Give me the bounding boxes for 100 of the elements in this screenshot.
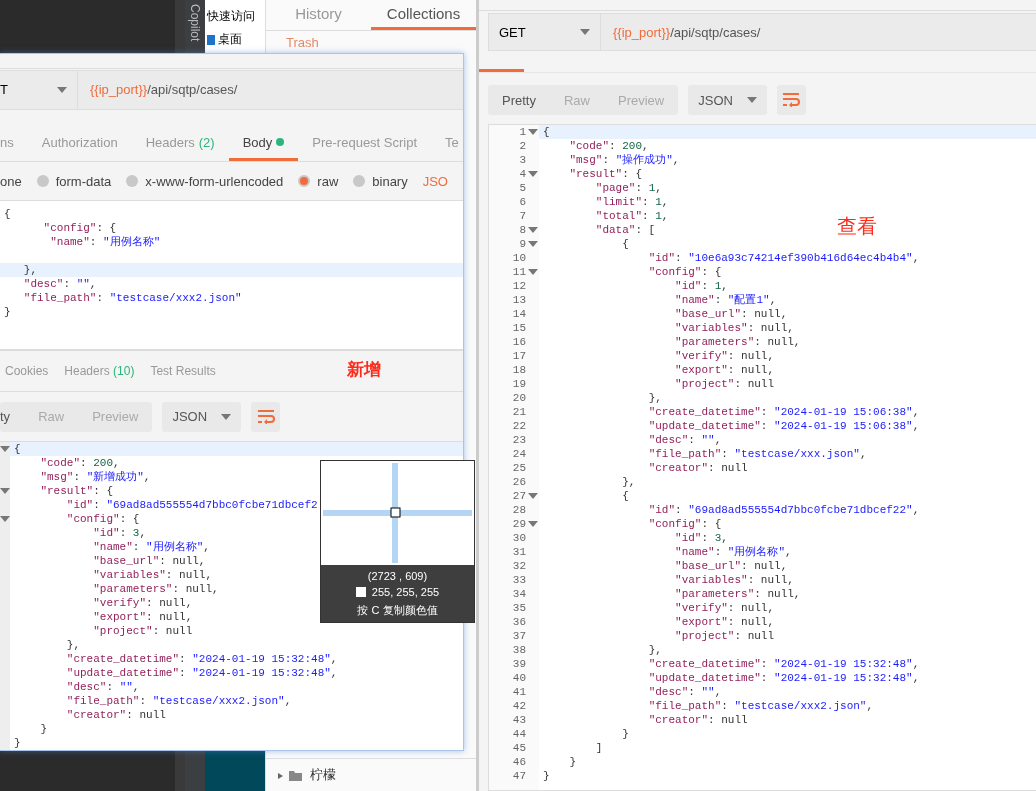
radio-label[interactable]: form-data	[55, 173, 112, 189]
line-number: 8	[519, 223, 526, 237]
code-line: "file_path": "testcase/xxx2.json"	[22, 291, 242, 306]
line-number: 24	[512, 447, 526, 461]
code-line: "project": null	[674, 377, 775, 391]
code-line: "name": "用例名称",	[92, 540, 210, 554]
line-number: 42	[512, 699, 526, 713]
line-number: 17	[512, 349, 526, 363]
wrap-toggle-icon[interactable]	[776, 85, 806, 115]
code-line: {	[621, 237, 629, 251]
line-number: 18	[512, 363, 526, 377]
code-line: "msg": "新增成功",	[39, 470, 151, 484]
code-line: "code": 200,	[568, 139, 649, 153]
code-line: "update_datetime": "2024-01-19 15:06:38",	[647, 419, 920, 433]
code-line: }	[3, 305, 11, 320]
code-line: "result": {	[39, 484, 114, 498]
radio-button[interactable]	[298, 175, 311, 188]
url-field[interactable]: {{ip_port}}/api/sqtp/cases/	[78, 70, 463, 109]
color-swatch	[355, 587, 366, 597]
line-number: 40	[512, 671, 526, 685]
code-line: "name": "用例名称",	[674, 545, 792, 559]
line-number: 23	[512, 433, 526, 447]
radio-label[interactable]: raw	[317, 173, 339, 189]
radio-button[interactable]	[126, 175, 139, 188]
code-line: "name": "配置1",	[674, 293, 777, 307]
line-number: 47	[512, 769, 526, 783]
code-line: }	[621, 727, 629, 741]
explorer-item[interactable]: 桌面	[218, 31, 242, 48]
code-line: {	[3, 207, 11, 222]
code-line: },	[621, 475, 636, 489]
explorer-item[interactable]: 快速访问	[207, 8, 255, 25]
wrap-toggle-icon[interactable]	[251, 402, 281, 432]
code-line: "id": 1,	[674, 279, 728, 293]
code-line: "desc": "",	[22, 277, 97, 292]
code-line: }	[39, 722, 47, 736]
line-number: 5	[519, 181, 526, 195]
collection-folder[interactable]: 柠檬	[310, 766, 336, 784]
radio-button[interactable]	[353, 175, 366, 188]
line-number: 21	[512, 405, 526, 419]
code-line: }	[13, 736, 21, 750]
line-number: 2	[519, 139, 526, 153]
line-number: 38	[512, 643, 526, 657]
code-line: }	[542, 769, 550, 783]
format-dropdown[interactable]: JSON	[688, 85, 767, 115]
line-number: 28	[512, 503, 526, 517]
code-line: "creator": null	[647, 461, 748, 475]
copilot-tab[interactable]: Copilot	[188, 4, 202, 42]
line-number: 11	[512, 265, 526, 279]
line-number: 12	[512, 279, 526, 293]
radio-button[interactable]	[36, 175, 49, 188]
code-line: "desc": "",	[647, 685, 722, 699]
line-number: 43	[512, 713, 526, 727]
radio-label[interactable]: one	[0, 173, 22, 189]
code-line: "variables": null,	[674, 573, 794, 587]
radio-label[interactable]: x-www-form-urlencoded	[145, 173, 284, 189]
line-number: 32	[512, 559, 526, 573]
annotation-text: 新增	[347, 359, 381, 382]
line-number: 30	[512, 531, 526, 545]
code-line: "verify": null,	[92, 596, 193, 610]
line-number: 46	[512, 755, 526, 769]
line-number: 37	[512, 629, 526, 643]
line-number: 34	[512, 587, 526, 601]
line-number: 22	[512, 419, 526, 433]
line-number: 10	[512, 251, 526, 265]
code-line: "result": {	[568, 167, 643, 181]
line-number: 31	[512, 545, 526, 559]
tab-indicator	[479, 69, 524, 72]
line-number: 16	[512, 335, 526, 349]
line-number: 25	[512, 461, 526, 475]
method-dropdown[interactable]: T	[0, 70, 78, 109]
code-line: "desc": "",	[647, 433, 722, 447]
code-line: "export": null,	[674, 363, 775, 377]
code-line: ]	[594, 741, 603, 755]
code-line: },	[647, 391, 662, 405]
code-line: "file_path": "testcase/xxx2.json",	[65, 694, 292, 708]
caret-icon	[746, 97, 757, 103]
code-line: "base_url": null,	[92, 554, 206, 568]
request-tab[interactable]: Body	[228, 125, 299, 162]
code-line: },	[647, 643, 662, 657]
line-number: 39	[512, 657, 526, 671]
view-mode-tab[interactable]: ty	[0, 402, 25, 432]
code-line: "verify": null,	[674, 349, 775, 363]
code-line: "config": {	[647, 265, 722, 279]
format-dropdown[interactable]: JSON	[162, 402, 242, 432]
code-line: "update_datetime": "2024-01-19 15:32:48",	[65, 666, 338, 680]
code-line: "parameters": null,	[92, 582, 219, 596]
code-line: "limit": 1,	[594, 195, 669, 209]
code-line: "variables": null,	[674, 321, 794, 335]
code-line: "config": {	[42, 221, 117, 236]
line-number: 29	[512, 517, 526, 531]
radio-label[interactable]: binary	[372, 173, 408, 189]
line-number: 41	[512, 685, 526, 699]
line-number: 1	[519, 125, 526, 139]
rgb-value: 255, 255, 255	[371, 586, 440, 598]
line-number: 45	[512, 741, 526, 755]
code-line: "creator": null	[65, 708, 166, 722]
view-mode-tab[interactable]: Pretty	[488, 85, 550, 115]
code-line: "base_url": null,	[674, 559, 788, 573]
code-line: "parameters": null,	[674, 335, 801, 349]
code-line: "export": null,	[674, 615, 775, 629]
